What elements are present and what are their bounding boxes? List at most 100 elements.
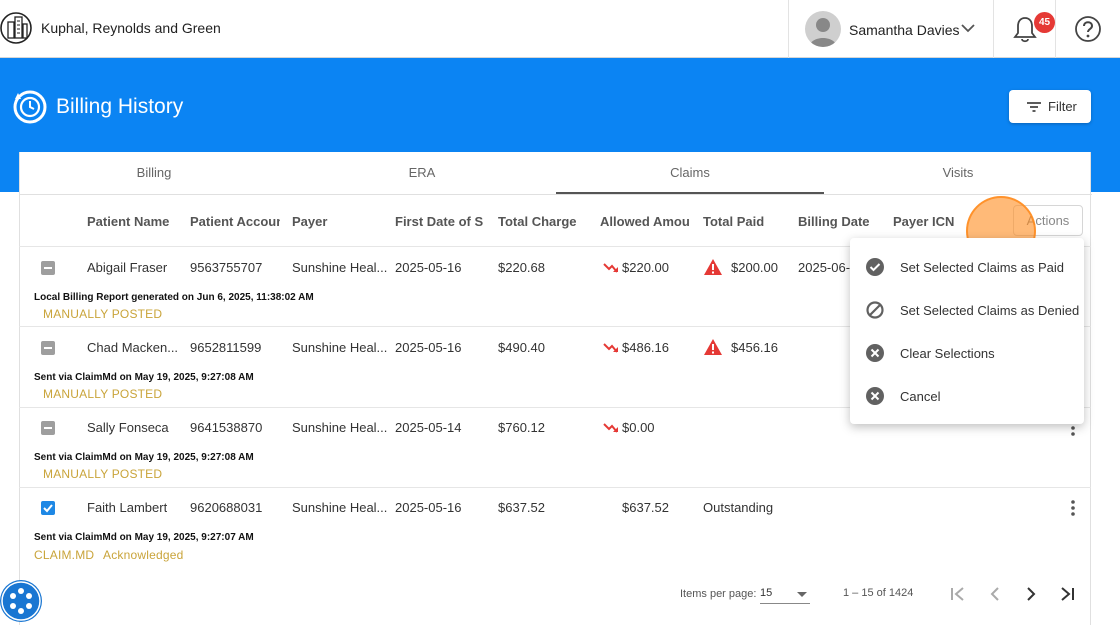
previous-page-icon[interactable] (986, 585, 1004, 603)
menu-item-set-denied[interactable]: Set Selected Claims as Denied (850, 289, 1084, 332)
menu-item-label: Cancel (900, 389, 941, 404)
row-divider (19, 487, 1091, 488)
row-checkbox[interactable] (41, 261, 55, 275)
col-first-date-of-service[interactable]: First Date of Service (395, 214, 483, 229)
tab-claims[interactable]: Claims (556, 152, 824, 194)
next-page-icon[interactable] (1022, 585, 1040, 603)
first-date: 2025-05-16 (395, 500, 462, 515)
col-total-paid[interactable]: Total Paid (703, 214, 791, 229)
chevron-down-icon[interactable] (960, 20, 976, 36)
status-badge: Acknowledged (103, 548, 184, 562)
menu-item-label: Set Selected Claims as Paid (900, 260, 1065, 275)
tab-visits[interactable]: Visits (824, 152, 1092, 194)
col-payer-icn[interactable]: Payer ICN (893, 214, 963, 229)
payer: Sunshine Heal... (292, 340, 387, 355)
user-menu[interactable]: Samantha Davies (788, 0, 994, 58)
total-charge: $637.52 (498, 500, 545, 515)
menu-item-set-paid[interactable]: Set Selected Claims as Paid (850, 246, 1084, 289)
col-patient-account[interactable]: Patient Account (190, 214, 280, 229)
history-icon (13, 90, 47, 124)
warning-icon (704, 339, 722, 355)
trending-down-icon (603, 343, 618, 353)
top-bar: Kuphal, Reynolds and Green Samantha Davi… (0, 0, 1120, 58)
caret-down-icon[interactable] (797, 592, 807, 597)
row-checkbox[interactable] (41, 421, 55, 435)
menu-item-label: Set Selected Claims as Denied (900, 303, 1080, 318)
payer: Sunshine Heal... (292, 260, 387, 275)
first-date: 2025-05-16 (395, 260, 462, 275)
patient-name[interactable]: Abigail Fraser (87, 260, 167, 275)
block-icon (866, 301, 884, 319)
patient-name[interactable]: Chad Macken... (87, 340, 178, 355)
items-per-page-value: 15 (760, 587, 773, 599)
check-circle-icon (866, 258, 884, 276)
row-sub-text: Local Billing Report generated on Jun 6,… (34, 292, 314, 303)
building-logo-icon (0, 12, 32, 44)
col-payer[interactable]: Payer (292, 214, 387, 229)
warning-icon (704, 259, 722, 275)
patient-account: 9641538870 (190, 420, 263, 435)
payer: Sunshine Heal... (292, 420, 387, 435)
page-title: Billing History (56, 95, 184, 118)
filter-icon (1027, 102, 1041, 112)
last-page-icon[interactable] (1058, 585, 1076, 603)
total-paid: $200.00 (731, 260, 778, 275)
row-checkbox[interactable] (41, 341, 55, 355)
total-charge: $490.40 (498, 340, 545, 355)
allowed-amount: $486.16 (622, 340, 669, 355)
tabs-divider (20, 194, 1092, 195)
check-icon (43, 504, 53, 513)
patient-account: 9652811599 (190, 340, 262, 355)
billing-date: 2025-06-0 (798, 260, 850, 275)
page-range: 1 – 15 of 1424 (843, 587, 914, 599)
row-sub-text: Sent via ClaimMd on May 19, 2025, 9:27:0… (34, 452, 254, 463)
filter-button[interactable]: Filter (1009, 90, 1091, 123)
patient-account: 9620688031 (190, 500, 263, 515)
tab-era[interactable]: ERA (288, 152, 556, 194)
status-badge: MANUALLY POSTED (43, 307, 163, 321)
actions-menu: Set Selected Claims as Paid Set Selected… (850, 238, 1084, 424)
dots-cluster-icon (1, 581, 41, 621)
accessibility-widget-button[interactable] (0, 580, 42, 622)
status-badge: MANUALLY POSTED (43, 467, 163, 481)
notifications[interactable]: 45 (994, 0, 1056, 58)
trending-down-icon (603, 263, 618, 273)
cancel-circle-icon (866, 344, 884, 362)
first-date: 2025-05-16 (395, 340, 462, 355)
user-name: Samantha Davies (849, 22, 960, 38)
allowed-amount: $637.52 (622, 500, 669, 515)
menu-item-label: Clear Selections (900, 346, 995, 361)
more-vert-icon[interactable] (1071, 500, 1075, 516)
tab-billing[interactable]: Billing (20, 152, 288, 194)
patient-name[interactable]: Sally Fonseca (87, 420, 169, 435)
notification-badge: 45 (1034, 12, 1055, 33)
col-patient-name[interactable]: Patient Name (87, 214, 182, 229)
menu-item-clear-selections[interactable]: Clear Selections (850, 332, 1084, 375)
allowed-amount: $220.00 (622, 260, 669, 275)
status-badge: CLAIM.MD (34, 548, 95, 562)
first-date: 2025-05-14 (395, 420, 462, 435)
col-total-charge[interactable]: Total Charge (498, 214, 593, 229)
total-paid: Outstanding (703, 500, 774, 515)
avatar (805, 11, 841, 47)
row-sub-text: Sent via ClaimMd on May 19, 2025, 9:27:0… (34, 372, 254, 383)
status-badge: MANUALLY POSTED (43, 387, 163, 401)
menu-item-cancel[interactable]: Cancel (850, 375, 1084, 418)
patient-name[interactable]: Faith Lambert (87, 500, 167, 515)
trending-down-icon (603, 423, 618, 433)
cancel-circle-icon (866, 387, 884, 405)
col-billing-date[interactable]: Billing Date (798, 214, 886, 229)
payer: Sunshine Heal... (292, 500, 387, 515)
row-checkbox[interactable] (41, 501, 55, 515)
organization-name: Kuphal, Reynolds and Green (41, 20, 221, 36)
total-paid: $456.16 (731, 340, 778, 355)
total-charge: $220.68 (498, 260, 545, 275)
filter-label: Filter (1048, 99, 1077, 114)
col-allowed-amount[interactable]: Allowed Amount (600, 214, 689, 229)
allowed-amount: $0.00 (622, 420, 655, 435)
row-sub-text: Sent via ClaimMd on May 19, 2025, 9:27:0… (34, 532, 254, 543)
help-icon[interactable] (1074, 15, 1102, 43)
patient-account: 9563755707 (190, 260, 263, 275)
first-page-icon[interactable] (949, 585, 967, 603)
total-charge: $760.12 (498, 420, 545, 435)
